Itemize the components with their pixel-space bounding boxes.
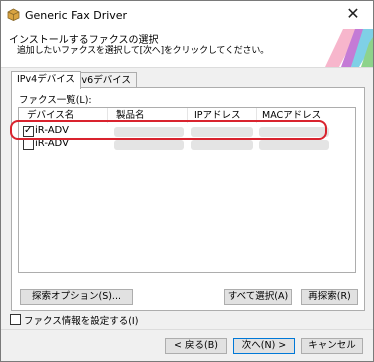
title-bar: Generic Fax Driver ✕ [1, 1, 373, 29]
select-all-button[interactable]: すべて選択(A) [224, 289, 292, 305]
fax-info-label[interactable]: ファクス情報を設定する(I) [24, 313, 138, 327]
redacted-product-name [114, 140, 184, 150]
window-title: Generic Fax Driver [25, 9, 128, 22]
wizard-header: インストールするファクスの選択 追加したいファクスを選択して[次へ]をクリックし… [1, 29, 373, 68]
redacted-mac-address [259, 140, 329, 150]
device-checkbox[interactable] [23, 139, 34, 150]
search-options-button[interactable]: 探索オプション(S)... [20, 289, 133, 305]
cancel-button[interactable]: キャンセル [301, 338, 363, 354]
fax-info-checkbox[interactable] [10, 314, 21, 325]
close-icon[interactable]: ✕ [346, 4, 359, 23]
installer-window: Generic Fax Driver ✕ インストールするファクスの選択 追加し… [0, 0, 374, 362]
back-button[interactable]: < 戻る(B) [165, 338, 227, 354]
page-subtitle: 追加したいファクスを選択して[次へ]をクリックしてください。 [17, 46, 269, 56]
research-button[interactable]: 再探索(R) [301, 289, 358, 305]
tab-ipv4[interactable]: IPv4デバイス [11, 71, 81, 89]
footer-divider [1, 329, 373, 330]
tab-ipv4-label: IPv4デバイス [17, 74, 75, 85]
next-button[interactable]: 次へ(N) > [233, 338, 295, 354]
fax-list-label: ファクス一覧(L): [19, 95, 92, 106]
package-icon [7, 8, 20, 21]
tab-ipv6-label: IPv6デバイス [73, 75, 131, 86]
close-button[interactable]: ✕ [333, 1, 373, 29]
list-item[interactable]: iR-ADV [21, 138, 351, 151]
selection-highlight [10, 120, 327, 140]
redacted-ip-address [191, 140, 253, 150]
decorative-ribbon-icon [325, 29, 373, 67]
